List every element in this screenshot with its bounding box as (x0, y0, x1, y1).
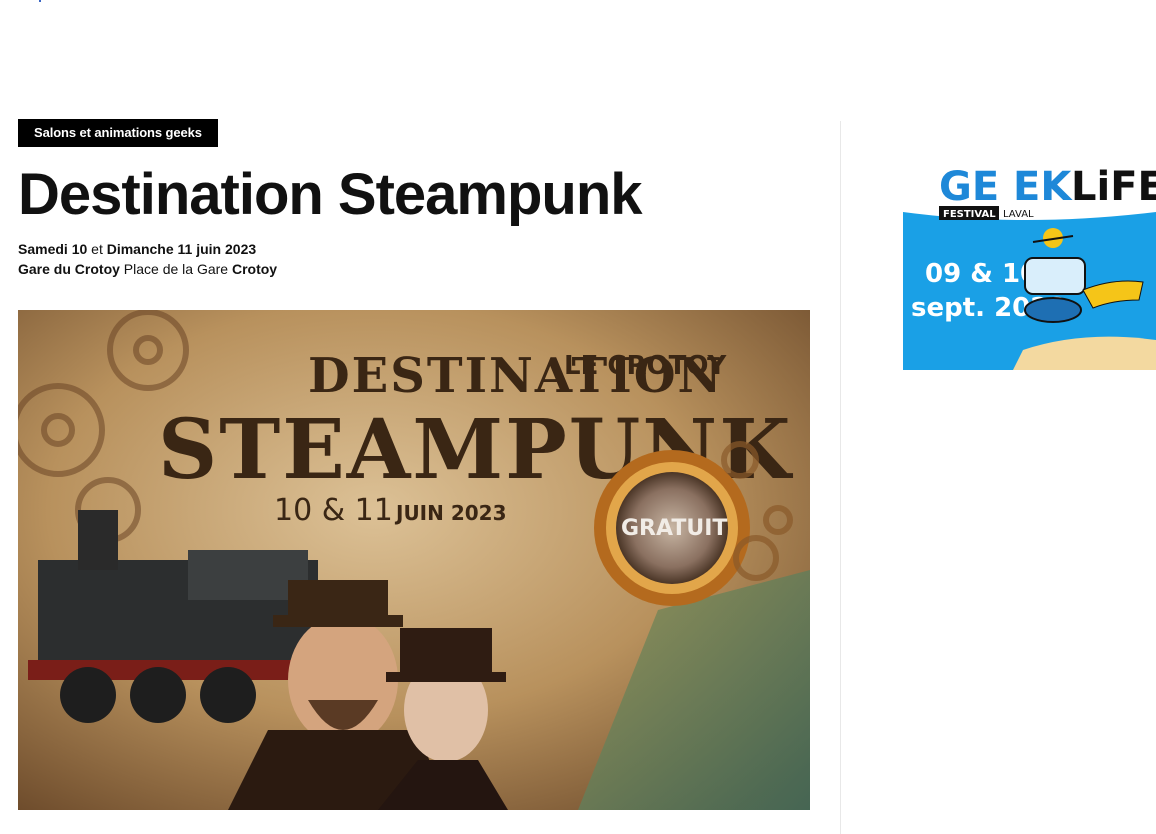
ad-logo-part2: EK (1013, 164, 1073, 210)
category-tag[interactable]: Salons et animations geeks (18, 119, 218, 147)
page-title: Destination Steampunk (18, 162, 643, 227)
ad-city-label: LAVAL (1003, 209, 1034, 220)
poster-location: LE CROTOY (564, 351, 727, 381)
sidebar-ad-geeklife[interactable]: GE EK LiFE FESTIVAL LAVAL 09 & 10 sept. … (903, 150, 1156, 370)
event-meta: Samedi 10 et Dimanche 11 juin 2023 Gare … (18, 239, 810, 279)
event-dates: Samedi 10 et Dimanche 11 juin 2023 (18, 239, 810, 259)
venue-name: Gare du Crotoy (18, 261, 120, 277)
ad-banner: GE EK LiFE FESTIVAL LAVAL 09 & 10 sept. … (903, 150, 1156, 370)
ad-dates-line1: 09 & 10 (925, 259, 1038, 289)
ad-logo-part1: GE (939, 164, 999, 210)
page-dot (39, 0, 41, 2)
poster-dates-big: 10 & 11 (274, 493, 393, 528)
event-poster-image: DESTINATION STEAMPUNK LE CROTOY 10 & 11 … (18, 310, 810, 810)
article-header: Salons et animations geeks Destination S… (18, 119, 810, 279)
date-and: et (91, 241, 103, 257)
poster-badge-text: GRATUIT (621, 516, 727, 541)
poster-illustration: DESTINATION STEAMPUNK LE CROTOY 10 & 11 … (18, 310, 810, 810)
venue-address: Place de la Gare (123, 261, 229, 277)
poster-dates-small: JUIN 2023 (394, 501, 507, 525)
venue-city: Crotoy (231, 261, 278, 277)
ad-logo-part3: LiFE (1071, 164, 1156, 210)
date-day2: Dimanche 11 juin 2023 (106, 241, 257, 257)
ad-festival-label: FESTIVAL (943, 209, 996, 220)
date-day1: Samedi 10 (18, 241, 88, 257)
sidebar-divider (840, 121, 841, 834)
event-venue: Gare du Crotoy Place de la Gare Crotoy (18, 259, 810, 279)
